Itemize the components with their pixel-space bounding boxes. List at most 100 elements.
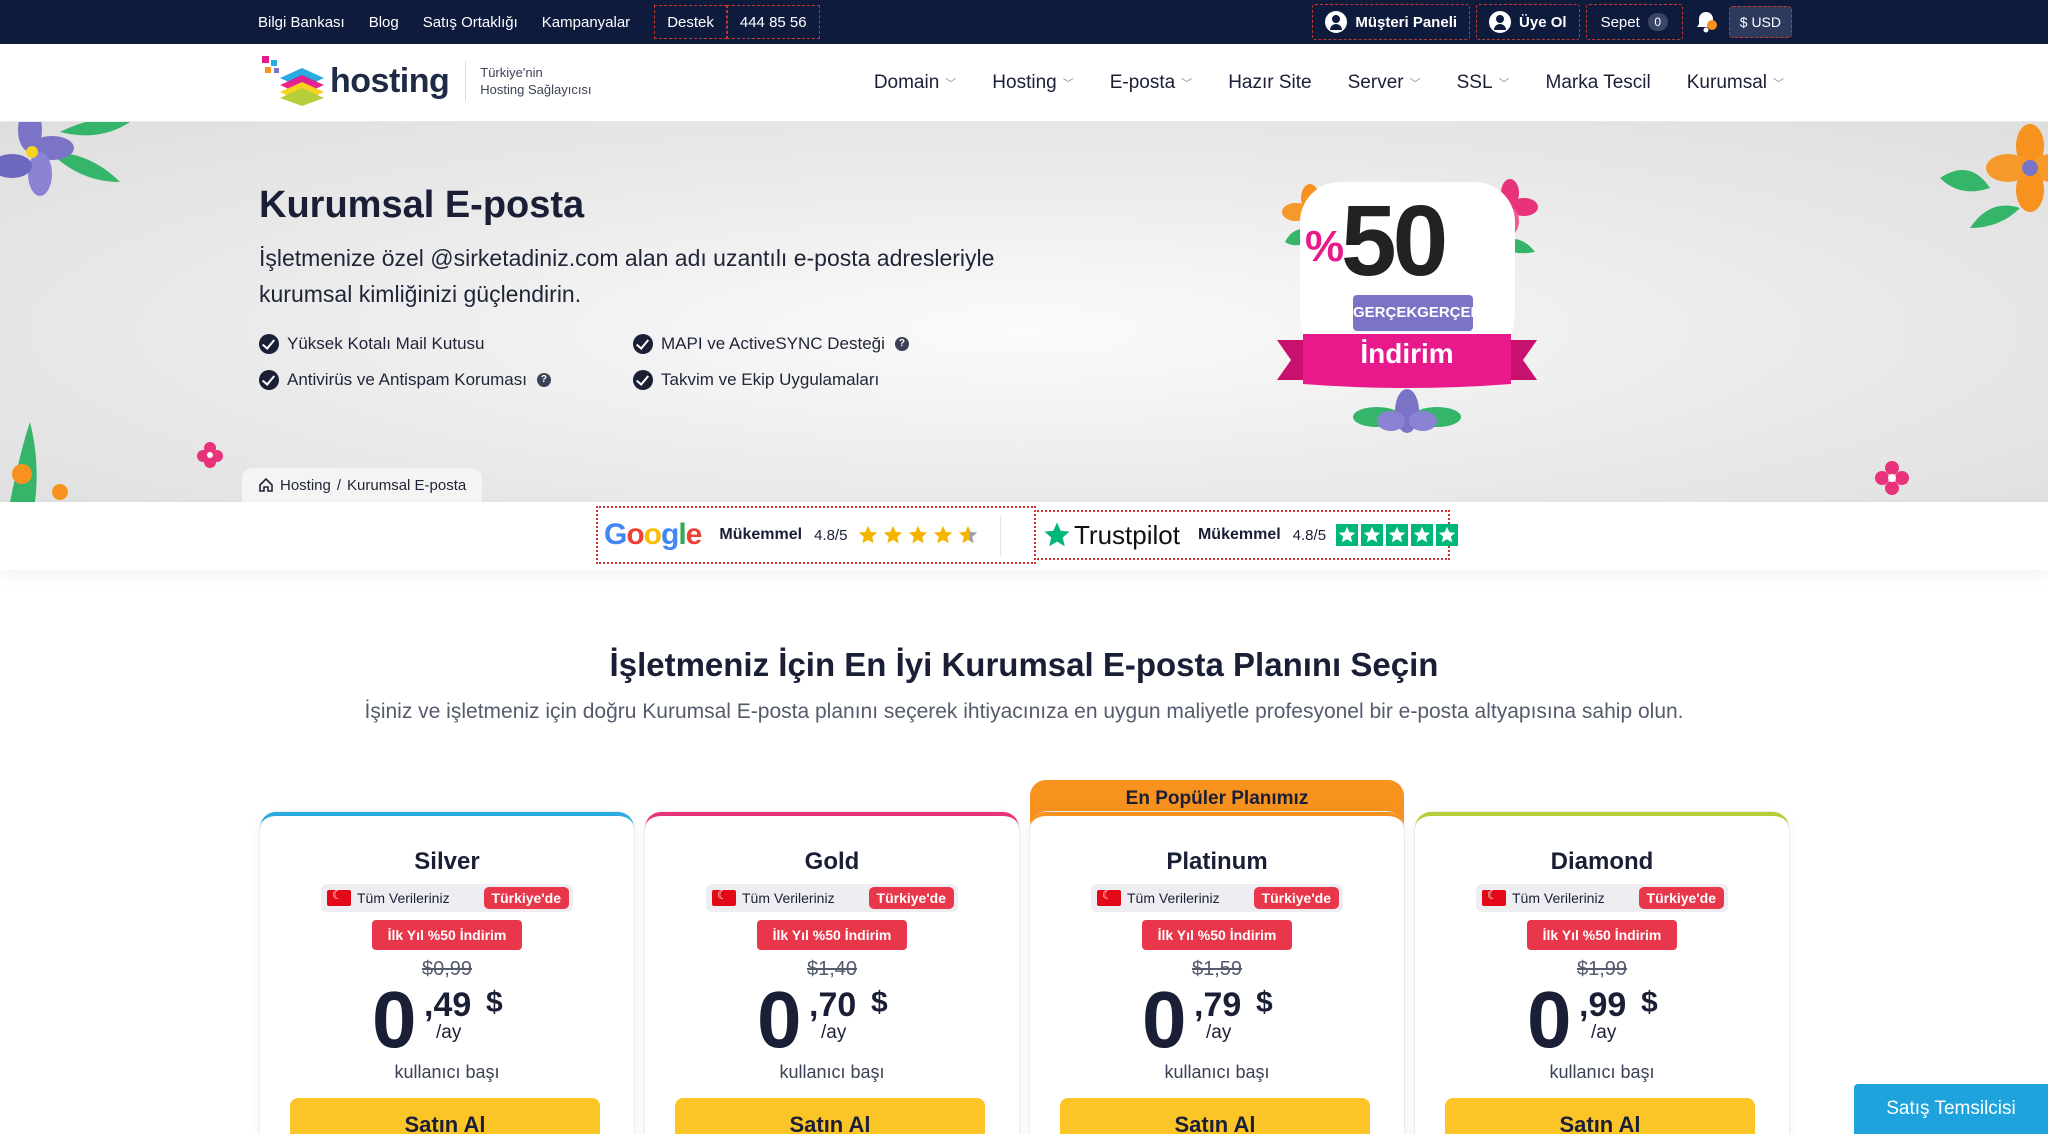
buy-button[interactable]: Satın Al [1060,1098,1370,1134]
chevron-down-icon: ﹀ [1773,78,1784,90]
link-campaigns[interactable]: Kampanyalar [542,5,630,39]
home-icon[interactable] [258,477,274,493]
flower-decoration-icon [0,122,130,196]
feature-item: Antivirüs ve Antispam Koruması? [259,370,633,390]
star-icon [857,524,879,546]
plans-subtitle: İşiniz ve işletmeniz için doğru Kurumsal… [364,700,1684,723]
link-support[interactable]: Destek [654,5,727,39]
link-phone[interactable]: 444 85 56 [726,5,820,39]
check-circle-icon [259,370,279,390]
check-circle-icon [633,370,653,390]
check-circle-icon [259,334,279,354]
price-period: /ay [1591,1022,1617,1043]
nav-item-haz-r-site[interactable]: Hazır Site [1228,72,1311,94]
nav-item-label: E-posta [1109,72,1176,93]
plan-card-diamond: Diamond Tüm Verileriniz Türkiye'de İlk Yıl … [1415,812,1789,1134]
page-title: Kurumsal E-posta [259,184,585,226]
link-knowledge-base[interactable]: Bilgi Bankası [258,5,345,39]
price-unit: kullanıcı başı [779,1062,885,1082]
main-nav: Domain ﹀ Hosting ﹀ E-posta ﹀ Hazır Site Server ﹀… [838,44,1784,122]
buy-button[interactable]: Satın Al [290,1098,600,1134]
nav-item-label: Marka Tescil [1545,72,1651,93]
hero-lead: İşletmenize özel @sirketadiniz.com alan … [259,245,995,307]
help-icon[interactable]: ? [536,373,551,387]
feature-list: Yüksek Kotalı Mail Kutusu MAPI ve ActiveS… [259,334,979,390]
discount-label: İlk Yıl %50 İndirim [372,920,522,950]
nav-item-ssl[interactable]: SSL ﹀ [1457,72,1510,94]
feature-label: Takvim ve Ekip Uygulamaları [661,370,880,389]
current-price: 0,70 $/ay [757,980,937,1060]
badge-percent: % [1305,222,1345,271]
plan-name: Platinum [1166,848,1268,875]
feature-item: Takvim ve Ekip Uygulamaları [633,370,979,390]
review-strip: Google Mükemmel 4.8/5 Trustpilot Mükemme… [0,502,2048,570]
star-icon [882,524,904,546]
nav-item-label: Hazır Site [1228,72,1312,93]
currency-selector[interactable]: $ USD [1728,6,1792,38]
price-decimal: ,99 [1579,986,1627,1024]
price-integer: 0 [1142,975,1187,1064]
data-location-country: Türkiye'de [868,887,954,909]
turkey-flag-icon [1482,888,1506,906]
star-icon [1436,524,1459,546]
price-currency: $ [871,986,888,1019]
data-location-country: Türkiye'de [1638,887,1724,909]
buy-button[interactable]: Satın Al [675,1098,985,1134]
nav-item-label: Domain [873,72,940,93]
customer-panel-label: Müşteri Paneli [1355,13,1458,31]
price-period: /ay [821,1022,847,1043]
cart-label: Sepet [1600,13,1640,31]
nav-item-marka-tescil[interactable]: Marka Tescil [1546,72,1651,94]
buy-button[interactable]: Satın Al [1445,1098,1755,1134]
data-location-text: Tüm Verileriniz [1512,890,1605,906]
nav-item-label: Kurumsal [1686,72,1767,93]
breadcrumb-item-hosting[interactable]: Hosting [280,477,331,494]
badge-sub: GERÇEKGERÇEK [1353,295,1473,331]
star-icon [1411,524,1434,546]
nav-item-label: SSL [1456,72,1493,93]
link-blog[interactable]: Blog [369,5,399,39]
data-location-badge: Tüm Verileriniz Türkiye'de [1091,884,1343,912]
trustpilot-logo: Trustpilot [1042,520,1180,551]
plan-card-gold: Gold Tüm Verileriniz Türkiye'de İlk Yıl %50… [645,812,1019,1134]
flower-decoration-icon [10,422,68,502]
logo[interactable]: hosting Türkiye'nin Hosting Sağlayıcısı [262,56,592,106]
signup-label: Üye Ol [1519,13,1567,31]
link-affiliate[interactable]: Satış Ortaklığı [423,5,518,39]
current-price: 0,49 $/ay [372,980,552,1060]
star-icon [1336,524,1359,546]
nav-item-hosting[interactable]: Hosting ﹀ [992,72,1073,94]
chevron-down-icon: ﹀ [1409,78,1421,90]
signup-button[interactable]: Üye Ol [1476,4,1580,40]
feature-label: MAPI ve ActiveSYNC Desteği [661,334,885,353]
price-currency: $ [1641,986,1658,1019]
customer-panel-button[interactable]: Müşteri Paneli [1312,4,1471,40]
cart-count-badge: 0 [1647,13,1668,31]
plan-name: Diamond [1550,848,1654,875]
sales-rep-button[interactable]: Satış Temsilcisi [1854,1084,2048,1134]
price-decimal: ,70 [809,986,857,1024]
trustpilot-review[interactable]: Trustpilot Mükemmel 4.8/5 [1034,510,1459,560]
google-review[interactable]: Google Mükemmel 4.8/5 [596,506,1036,564]
nav-item-kurumsal[interactable]: Kurumsal ﹀ [1687,72,1784,94]
breadcrumb: Hosting / Kurumsal E-posta [242,468,483,502]
help-icon[interactable]: ? [894,337,909,351]
data-location-country: Türkiye'de [1253,887,1339,909]
price-unit: kullanıcı başı [1164,1062,1270,1082]
cart-button[interactable]: Sepet 0 [1585,4,1683,40]
notification-bell-icon[interactable] [1693,9,1719,35]
feature-item: Yüksek Kotalı Mail Kutusu [259,334,633,354]
star-icon [907,524,929,546]
breadcrumb-item-current: Kurumsal E-posta [347,476,467,494]
old-price: $0,99 [421,958,473,980]
old-price: $1,99 [1576,958,1628,980]
hero-banner: Kurumsal E-posta İşletmenize özel @sirke… [0,122,2048,502]
current-price: 0,99 $/ay [1527,980,1707,1060]
nav-item-e-posta[interactable]: E-posta ﹀ [1110,72,1192,94]
plan-name: Silver [414,848,480,875]
turkey-flag-icon [327,888,351,906]
breadcrumb-separator: / [336,476,342,494]
plan-accent-line [1030,812,1404,828]
nav-item-server[interactable]: Server ﹀ [1348,72,1421,94]
nav-item-domain[interactable]: Domain ﹀ [874,72,956,94]
